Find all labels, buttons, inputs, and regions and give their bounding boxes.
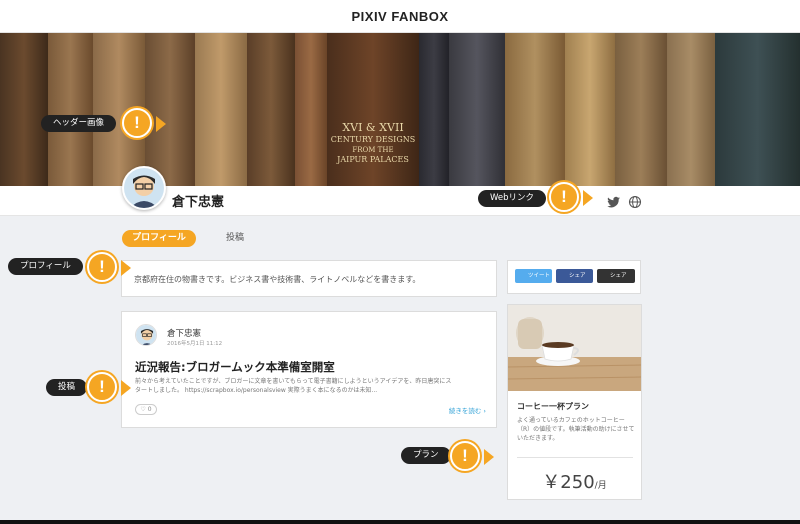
book-spine-line: JAIPUR PALACES bbox=[337, 154, 409, 164]
post-title[interactable]: 近況報告:ブロガームック本準備室開室 bbox=[135, 359, 335, 375]
heart-icon: ♡ bbox=[140, 406, 146, 413]
warning-mark: ! bbox=[462, 446, 468, 465]
warning-icon: ! bbox=[450, 441, 480, 471]
book-spine-line: CENTURY DESIGNS bbox=[330, 135, 416, 145]
profile-strip bbox=[0, 186, 800, 216]
twitter-icon[interactable] bbox=[606, 194, 622, 210]
plan-card[interactable]: コーヒー一杯プラン よく通っているカフェのホットコーヒー（R）の値段です。執筆活… bbox=[507, 304, 642, 500]
facebook-share-button[interactable]: シェア bbox=[556, 269, 593, 283]
profile-text: 京都府在住の物書きです。ビジネス書や技術書、ライトノベルなどを書きます。 bbox=[134, 275, 421, 284]
profile-card: 京都府在住の物書きです。ビジネス書や技術書、ライトノベルなどを書きます。 bbox=[121, 260, 497, 297]
post-author-name: 倉下忠憲 bbox=[167, 329, 202, 339]
tab-profile[interactable]: プロフィール bbox=[122, 230, 196, 247]
post-excerpt: 前々から考えていたことですが、ブロガーに文章を書いてもらって電子書籍にしようとい… bbox=[135, 377, 487, 395]
header-image: XVI & XVII CENTURY DESIGNS FROM THE JAIP… bbox=[0, 33, 800, 186]
warning-mark: ! bbox=[134, 113, 140, 132]
callout-label: プロフィール bbox=[20, 261, 71, 271]
hatena-share-button[interactable]: シェア bbox=[597, 269, 635, 283]
callout-plan: プラン bbox=[401, 447, 451, 464]
plan-price: ￥250/月 bbox=[508, 468, 641, 494]
plan-image bbox=[508, 305, 641, 391]
post-card[interactable]: 倉下忠憲 2016年5月1日 11:12 近況報告:ブロガームック本準備室開室 … bbox=[121, 311, 497, 428]
creator-avatar[interactable] bbox=[122, 166, 166, 210]
warning-pointer bbox=[121, 260, 131, 276]
warning-mark: ! bbox=[99, 377, 105, 396]
coffee-photo bbox=[508, 305, 641, 391]
avatar-illustration bbox=[136, 325, 156, 345]
callout-label: プラン bbox=[413, 450, 439, 460]
callout-label: ヘッダー画像 bbox=[53, 118, 105, 128]
callout-label: 投稿 bbox=[58, 382, 76, 392]
top-bar: PIXIV FANBOX bbox=[0, 0, 800, 33]
post-excerpt-line: 前々から考えていたことですが、ブロガーに文章を書いてもらって電子書籍にしようとい… bbox=[135, 378, 452, 385]
facebook-share-label: シェア bbox=[569, 273, 586, 279]
like-button[interactable]: ♡ 0 bbox=[135, 404, 157, 415]
bottom-edge bbox=[0, 520, 800, 524]
callout-web-link: Webリンク bbox=[478, 190, 547, 207]
plan-price-amount: ￥250 bbox=[542, 472, 595, 493]
tweet-label: ツイート bbox=[528, 273, 551, 279]
share-card: ツイート シェア シェア bbox=[507, 260, 641, 294]
warning-pointer bbox=[156, 116, 166, 132]
callout-label: Webリンク bbox=[490, 193, 535, 203]
callout-posts: 投稿 bbox=[46, 379, 88, 396]
warning-icon: ! bbox=[549, 182, 579, 212]
warning-icon: ! bbox=[122, 108, 152, 138]
callout-profile: プロフィール bbox=[8, 258, 83, 275]
post-excerpt-line: タートしました。 https://scrapbox.io/personalsvi… bbox=[135, 387, 378, 394]
tweet-button[interactable]: ツイート bbox=[515, 269, 552, 283]
tab-posts[interactable]: 投稿 bbox=[215, 230, 255, 247]
avatar-illustration bbox=[124, 168, 164, 208]
warning-pointer bbox=[484, 449, 494, 465]
like-count: 0 bbox=[147, 406, 152, 413]
plan-title: コーヒー一杯プラン bbox=[517, 402, 589, 411]
fanbox-logo[interactable]: PIXIV FANBOX bbox=[0, 9, 800, 24]
plan-price-unit: /月 bbox=[594, 481, 607, 491]
book-spine-line: FROM THE bbox=[352, 145, 394, 154]
warning-icon: ! bbox=[87, 252, 117, 282]
warning-mark: ! bbox=[561, 187, 567, 206]
plan-description: よく通っているカフェのホットコーヒー（R）の値段です。執筆活動の助けにさせていた… bbox=[517, 417, 635, 442]
read-more-link[interactable]: 続きを読む › bbox=[449, 405, 486, 415]
warning-mark: ! bbox=[99, 257, 105, 276]
book-spine-text: XVI & XVII CENTURY DESIGNS FROM THE JAIP… bbox=[330, 121, 416, 165]
callout-header-image: ヘッダー画像 bbox=[41, 115, 117, 132]
divider bbox=[517, 457, 633, 458]
warning-icon: ! bbox=[87, 372, 117, 402]
post-date: 2016年5月1日 11:12 bbox=[167, 341, 223, 347]
globe-icon[interactable] bbox=[627, 194, 643, 210]
post-author-avatar bbox=[135, 324, 157, 346]
hatena-share-label: シェア bbox=[610, 273, 627, 279]
book-spine-line: XVI & XVII bbox=[342, 121, 404, 134]
warning-pointer bbox=[121, 380, 131, 396]
creator-name: 倉下忠憲 bbox=[172, 195, 225, 210]
warning-pointer bbox=[583, 190, 593, 206]
